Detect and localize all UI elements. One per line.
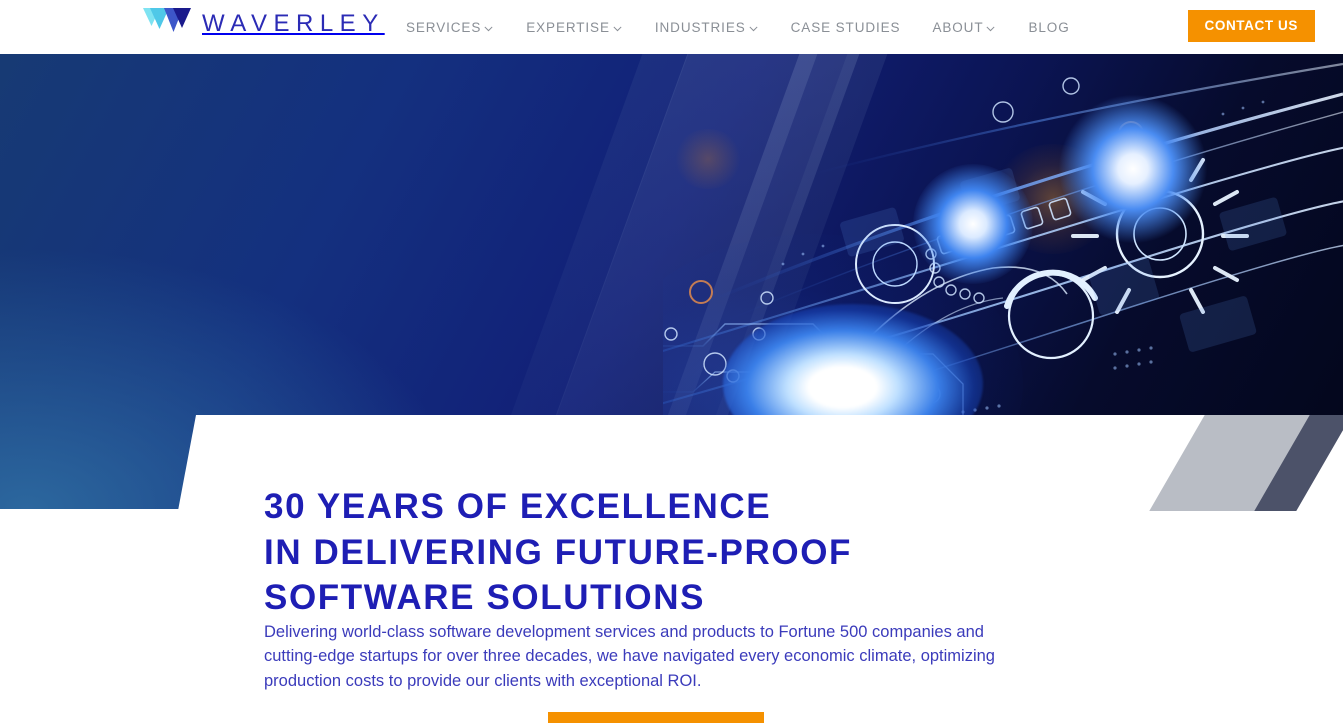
brand-name: WAVERLEY (202, 10, 385, 37)
nav-item-services[interactable]: SERVICES (390, 0, 510, 54)
headline-line-3: SOFTWARE SOLUTIONS (264, 578, 706, 617)
contact-us-button[interactable]: CONTACT US (1187, 10, 1315, 42)
nav-item-expertise[interactable]: EXPERTISE (510, 0, 639, 54)
chevron-down-icon (612, 23, 623, 34)
nav-label: BLOG (1028, 19, 1070, 35)
chevron-down-icon (483, 23, 494, 34)
hero-section: 30 YEARS OF EXCELLENCE IN DELIVERING FUT… (0, 54, 1343, 723)
hero-description: Delivering world-class software developm… (264, 623, 995, 690)
get-started-button[interactable]: GET STARTED (548, 712, 765, 723)
site-logo-link[interactable]: WAVERLEY (143, 6, 385, 42)
headline-line-2: IN DELIVERING FUTURE-PROOF (264, 532, 852, 572)
nav-item-industries[interactable]: INDUSTRIES (639, 0, 775, 54)
nav-label: ABOUT (932, 19, 984, 35)
page-title: 30 YEARS OF EXCELLENCE IN DELIVERING FUT… (264, 484, 1164, 621)
site-header: WAVERLEY SERVICES EXPERTISE INDUSTRIES C… (0, 0, 1343, 54)
chevron-down-icon (985, 23, 996, 34)
waverley-w-triangles-logo-icon (143, 6, 191, 42)
nav-label: EXPERTISE (526, 19, 610, 35)
nav-label: SERVICES (406, 19, 482, 35)
nav-item-blog[interactable]: BLOG (1012, 0, 1085, 54)
nav-label: INDUSTRIES (654, 19, 746, 35)
nav-label: CASE STUDIES (790, 19, 901, 35)
chevron-down-icon (748, 23, 759, 34)
nav-item-case-studies[interactable]: CASE STUDIES (775, 0, 917, 54)
main-navigation: SERVICES EXPERTISE INDUSTRIES CASE STUDI… (390, 0, 1086, 54)
nav-item-about[interactable]: ABOUT (916, 0, 1012, 54)
headline-line-1: 30 YEARS OF EXCELLENCE (264, 487, 772, 526)
hero-content: 30 YEARS OF EXCELLENCE IN DELIVERING FUT… (0, 415, 1343, 723)
